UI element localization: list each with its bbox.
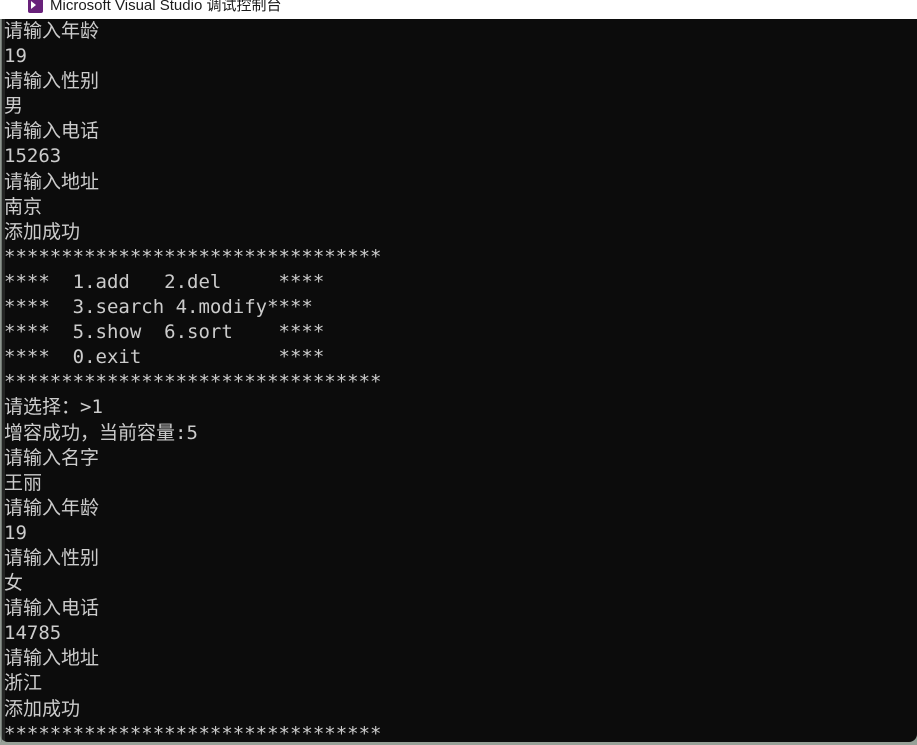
console-line: 男 (4, 95, 24, 118)
console-line: 浙江 (4, 672, 43, 695)
console-line: 添加成功 (4, 697, 81, 720)
visual-studio-icon (28, 0, 43, 13)
console-line: 添加成功 (4, 220, 81, 243)
console-line: **** 1.add 2.del **** (4, 270, 325, 293)
console-window[interactable]: Microsoft Visual Studio 调试控制台 请输入年龄 19 请输入… (0, 0, 917, 742)
console-client-area[interactable]: 请输入年龄 19 请输入性别男请输入电话 15263 请输入地址 南京 添加成功 ******… (0, 19, 917, 742)
console-line: **** 0.exit **** (4, 346, 325, 369)
console-line: 女 (4, 572, 24, 595)
console-line: 请输入性别 (4, 70, 100, 93)
console-line: **** 3.search 4.modify**** (4, 296, 313, 319)
console-line: 王丽 (4, 471, 43, 494)
console-line: 请选择：>1 (4, 396, 103, 419)
console-line: 14785 (4, 622, 62, 645)
console-line: 请输入名字 (4, 446, 100, 469)
console-line: 请输入电话 (4, 597, 100, 620)
console-line: 请输入地址 (4, 170, 100, 193)
console-line: 南京 (4, 195, 43, 218)
console-line: 15263 (4, 145, 62, 168)
console-line: 请输入地址 (4, 647, 100, 670)
console-line: 请输入电话 (4, 120, 100, 143)
console-line: 增容成功，当前容量:5 (4, 421, 198, 444)
console-line: 请输入年龄 (4, 20, 100, 42)
console-line: ********************************* (4, 722, 382, 742)
window-title: Microsoft Visual Studio 调试控制台 (50, 0, 282, 14)
window-title-bar[interactable]: Microsoft Visual Studio 调试控制台 (0, 0, 917, 19)
console-line: **** 5.show 6.sort **** (4, 321, 325, 344)
console-line: 请输入性别 (4, 546, 100, 569)
console-line: 19 (4, 45, 27, 68)
console-output: 请输入年龄 19 请输入性别男请输入电话 15263 请输入地址 南京 添加成功 ******… (4, 19, 382, 742)
console-line: 请输入年龄 (4, 496, 100, 519)
console-line: ********************************* (4, 371, 382, 394)
console-line: 19 (4, 521, 27, 544)
console-line: ********************************* (4, 245, 382, 268)
